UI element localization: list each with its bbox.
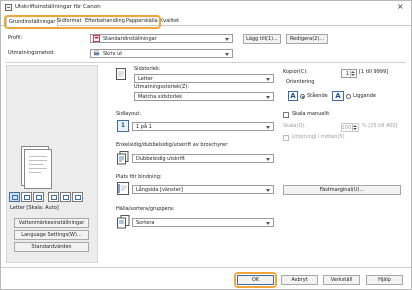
gutter-button[interactable]: Fästmarginal(U)... [283, 185, 401, 195]
collate-icon [117, 215, 130, 229]
close-icon[interactable]: × [397, 2, 404, 11]
title-bar: Utskriftsinställningar för Canon × [1, 1, 411, 14]
binding-location-select[interactable]: Långsida [vänster] [132, 185, 274, 194]
page-layout-value: 1 på 1 [136, 124, 152, 130]
collate-value: Sortera [136, 220, 155, 226]
duplex-select[interactable]: Dubbelsidig utskrift [132, 154, 274, 163]
page-layout-select[interactable]: 1 på 1 [132, 122, 274, 131]
cancel-button[interactable]: Avbryt [281, 275, 318, 285]
page-size-value: Letter [138, 76, 153, 82]
bottom-divider [1, 267, 411, 268]
duplex-icon [117, 151, 129, 165]
output-size-value: Matcha sidstorlek [138, 94, 183, 100]
chevron-down-icon [266, 221, 271, 226]
collate-label: Hälla/sortera/grupperа: [116, 206, 175, 212]
tab-basic-settings[interactable]: Grundinställningar [6, 16, 59, 27]
chevron-down-icon [266, 157, 271, 162]
help-button[interactable]: Hjälp [366, 275, 403, 285]
profile-select[interactable]: Standardinställningar [90, 34, 233, 43]
duplex-preview-icon[interactable] [21, 192, 32, 202]
binding-preview-icon[interactable] [48, 192, 59, 202]
page-size-icon [116, 68, 126, 80]
apply-button[interactable]: Verkställ [323, 275, 360, 285]
portrait-icon[interactable]: A [288, 91, 298, 101]
profile-label: Profil: [8, 35, 23, 41]
profile-value: Standardinställningar [103, 36, 157, 42]
paper-size-preview-label: Letter [Skala: Auto] [10, 205, 59, 211]
watermark-center-checkbox[interactable] [283, 135, 289, 141]
landscape-radio[interactable] [346, 94, 351, 99]
copies-label: Kopior(C): [283, 69, 308, 75]
booklet-preview-icon[interactable] [60, 192, 71, 202]
output-preview-icon[interactable] [72, 192, 83, 202]
edit-profile-button[interactable]: Redigera(2)... [286, 34, 328, 44]
portrait-radio[interactable] [300, 94, 305, 99]
output-method-select[interactable]: Skriv ut [90, 49, 233, 58]
output-method-label: Utmatningsmetod: [8, 50, 55, 56]
tab-finishing[interactable]: Efterbehandling [83, 17, 127, 26]
duplex-value: Dubbelsidig utskrift [136, 156, 185, 162]
page-size-select[interactable]: Letter [134, 74, 274, 83]
scale-spinner[interactable]: 100 [341, 123, 359, 132]
collate-select[interactable]: Sortera [132, 218, 274, 227]
manual-scaling-label: Skala manuellt [292, 111, 330, 117]
copies-spinner[interactable]: 1 [341, 69, 357, 78]
spinner-arrows-icon[interactable] [352, 124, 357, 131]
tab-paper-source[interactable]: Papperskälla [124, 17, 160, 26]
chevron-down-icon [266, 125, 271, 130]
tab-bar: Grundinställningar Sidformat Efterbehand… [1, 15, 411, 27]
language-settings-button[interactable]: Language Settings(W)... [14, 230, 89, 240]
portrait-label: Stående [307, 93, 328, 99]
landscape-icon[interactable]: A [332, 91, 344, 101]
restore-defaults-button[interactable]: Standardvärden [14, 242, 89, 252]
layout-preview-icon[interactable] [9, 192, 20, 202]
page-layout-icon: 1 [117, 120, 129, 132]
profile-icon [93, 35, 100, 42]
tab-page-setup[interactable]: Sidformat [55, 17, 83, 26]
binding-location-value: Långsida [vänster] [136, 187, 183, 193]
tab-quality[interactable]: Kvalitet [158, 17, 181, 26]
chevron-down-icon [266, 95, 271, 100]
output-method-value: Skriv ut [103, 51, 123, 57]
duplex-label: Enkelsidig/dubbelsidig/utskrift av brosc… [116, 142, 229, 148]
chevron-down-icon [266, 188, 271, 193]
add-profile-button[interactable]: Lägg till(1)... [243, 34, 281, 44]
orientation-label: Orientering [286, 79, 315, 85]
staple-preview-icon[interactable] [33, 192, 44, 202]
manual-scaling-checkbox[interactable] [283, 112, 289, 118]
ok-button[interactable]: OK [237, 275, 274, 285]
page-layout-label: Sidlayout: [116, 111, 142, 117]
scale-label: Skala(Q): [283, 123, 307, 129]
page-size-label: Sidstorlek: [134, 66, 161, 72]
watermark-center-label: Ursprungl i mitten(5) [292, 134, 345, 140]
spinner-arrows-icon[interactable] [350, 70, 355, 77]
landscape-label: Liggande [353, 93, 377, 99]
divider [6, 62, 406, 63]
chevron-down-icon [225, 37, 230, 42]
watermark-settings-button[interactable]: Vattenmärkesinställningar [14, 218, 89, 228]
print-icon [93, 50, 100, 56]
scale-value: 100 [341, 125, 351, 131]
printer-app-icon [5, 4, 12, 11]
chevron-down-icon [225, 52, 230, 57]
scale-range: % [25 till 400] [362, 123, 398, 129]
chevron-down-icon [266, 77, 271, 82]
output-size-label: Utmatningsstorlek(Z): [134, 84, 190, 90]
copies-value: 1 [345, 71, 349, 77]
page-preview [24, 149, 52, 189]
binding-location-label: Plats för bindning: [116, 174, 162, 180]
print-settings-window: Utskriftsinställningar för Canon × Grund… [0, 0, 412, 290]
window-title: Utskriftsinställningar för Canon [15, 4, 101, 10]
copies-range: [1 till 9999] [359, 69, 389, 75]
binding-icon [117, 182, 129, 195]
output-size-select[interactable]: Matcha sidstorlek [134, 92, 274, 101]
